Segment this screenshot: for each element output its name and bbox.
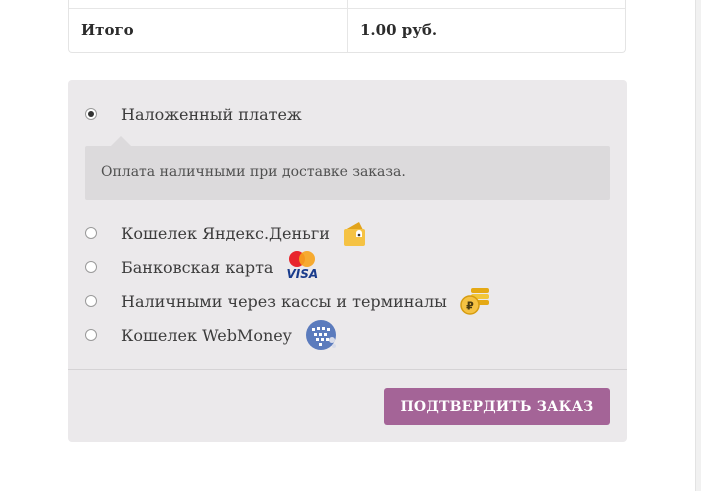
- order-totals-table: Итого 1.00 руб.: [68, 0, 626, 53]
- ruble-coins-icon: ₽: [459, 285, 491, 317]
- payment-method-cash-terminals[interactable]: Наличными через кассы и терминалы ₽: [85, 288, 491, 315]
- mastercard-visa-icon: VISA: [285, 250, 319, 284]
- page-scrollbar-edge: [695, 0, 701, 491]
- payment-method-description: Оплата наличными при доставке заказа.: [85, 136, 610, 200]
- svg-text:₽: ₽: [466, 300, 474, 313]
- payment-method-label[interactable]: Наложенный платеж: [121, 105, 302, 124]
- payment-radio-cash-terminals[interactable]: [85, 295, 97, 307]
- table-column-divider: [347, 0, 348, 52]
- payment-method-cod[interactable]: Наложенный платеж: [85, 102, 302, 126]
- payment-divider: [68, 369, 627, 370]
- payment-method-label[interactable]: Кошелек WebMoney: [121, 326, 292, 345]
- payment-method-bank-card[interactable]: Банковская карта VISA: [85, 251, 319, 281]
- payment-description-text: Оплата наличными при доставке заказа.: [101, 164, 406, 180]
- payment-methods-box: Наложенный платеж Оплата наличными при д…: [68, 80, 627, 442]
- place-order-button[interactable]: ПОДТВЕРДИТЬ ЗАКАЗ: [384, 388, 610, 425]
- payment-method-label[interactable]: Кошелек Яндекс.Деньги: [121, 224, 330, 243]
- payment-radio-bank-card[interactable]: [85, 261, 97, 273]
- webmoney-globe-icon: [304, 318, 338, 352]
- payment-radio-webmoney[interactable]: [85, 329, 97, 341]
- payment-radio-cod[interactable]: [85, 108, 97, 120]
- payment-method-label[interactable]: Наличными через кассы и терминалы: [121, 292, 447, 311]
- visa-logo-text: VISA: [286, 267, 319, 281]
- payment-method-webmoney[interactable]: Кошелек WebMoney: [85, 320, 338, 350]
- payment-method-label[interactable]: Банковская карта: [121, 258, 273, 277]
- yandex-money-wallet-icon: [342, 218, 368, 248]
- payment-radio-yandex-money[interactable]: [85, 227, 97, 239]
- total-value: 1.00 руб.: [360, 21, 438, 39]
- payment-method-yandex-money[interactable]: Кошелек Яндекс.Деньги: [85, 218, 368, 248]
- total-label: Итого: [81, 21, 134, 39]
